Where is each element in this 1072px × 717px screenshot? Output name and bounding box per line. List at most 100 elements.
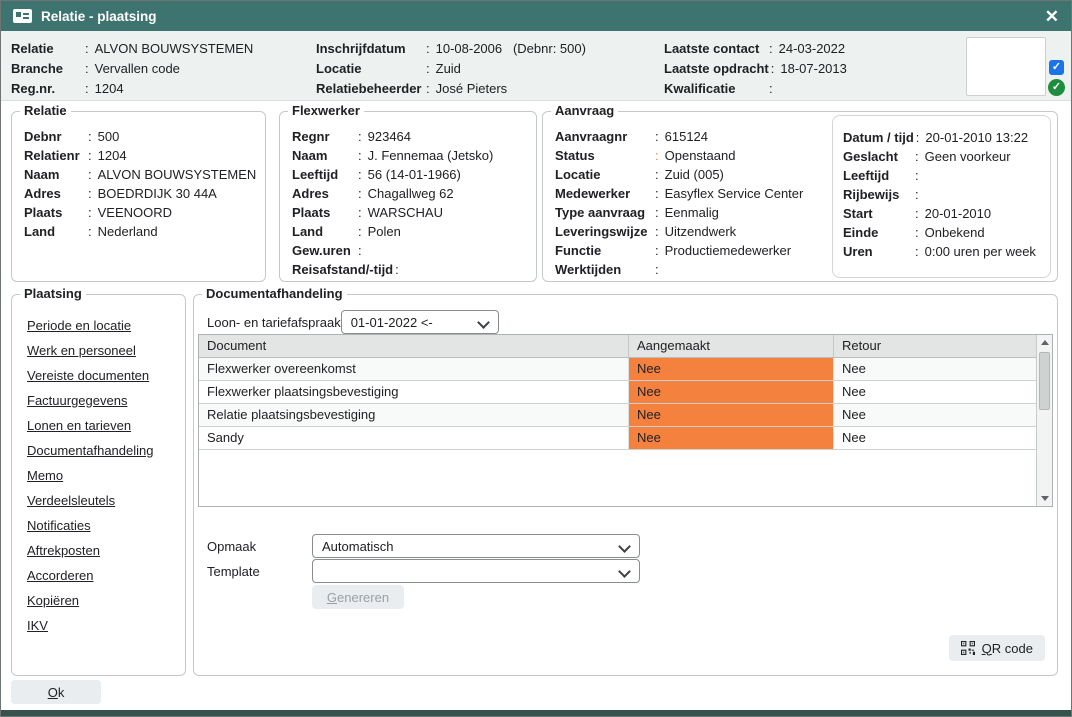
sidebar-link-kopieren[interactable]: Kopiëren [27,594,170,608]
field-value: 24-03-2022 [779,41,846,56]
field-row: Leeftijd56 (14-01-1966) [292,165,524,184]
field-row: LocatieZuid (005) [555,165,821,184]
table-row[interactable]: Flexwerker plaatsingsbevestiging Nee Nee [199,381,1036,404]
sidebar-link-werk-en-personeel[interactable]: Werk en personeel [27,344,170,358]
sidebar-link-ikv[interactable]: IKV [27,619,170,633]
scrollbar-up-icon[interactable] [1037,335,1052,350]
field-value: BOEDRDIJK 30 44A [98,184,217,203]
close-icon[interactable]: ✕ [1045,8,1059,25]
colon [655,146,659,165]
field-value: ALVON BOUWSYSTEMEN [98,165,257,184]
field-label: Relatiebeheerder [316,81,424,96]
field-label: Medewerker [555,184,653,203]
document-cell: Relatie plaatsingsbevestiging [199,404,629,426]
field-label: Geslacht [843,147,913,166]
sidebar-link-notificaties[interactable]: Notificaties [27,519,170,533]
field-label: Leeftijd [843,166,913,185]
colon [426,61,430,76]
colon [358,203,362,222]
field-label: Werktijden [555,260,653,279]
field-label: Locatie [555,165,653,184]
sidebar-link-accorderen[interactable]: Accorderen [27,569,170,583]
field-row: PlaatsWARSCHAU [292,203,524,222]
relatie-plaatsing-window: Relatie - plaatsing ✕ Relatie ALVON BOUW… [0,0,1072,717]
table-scrollbar[interactable] [1036,335,1052,506]
field-row: Gew.uren [292,241,524,260]
sidebar-link-documentafhandeling[interactable]: Documentafhandeling [27,444,170,458]
field-row: AdresBOEDRDIJK 30 44A [24,184,253,203]
sidebar-link-lonen-en-tarieven[interactable]: Lonen en tarieven [27,419,170,433]
sidebar-link-memo[interactable]: Memo [27,469,170,483]
sidebar-link-factuurgegevens[interactable]: Factuurgegevens [27,394,170,408]
colon [426,41,430,56]
sidebar-link-vereiste-documenten[interactable]: Vereiste documenten [27,369,170,383]
colon [358,146,362,165]
blue-checkbox[interactable]: ✓ [1049,60,1064,75]
field-label: Status [555,146,653,165]
loon-tariefafspraak-select[interactable]: 01-01-2022 <- [341,310,499,334]
template-row: Template [207,559,640,583]
header-field-row: Branche Vervallen code [11,58,253,78]
field-row: LandPolen [292,222,524,241]
colon [358,184,362,203]
column-header-retour: Retour [834,335,1036,357]
header-field-row: Reg.nr. 1204 [11,78,253,98]
header-column-relatie: Relatie ALVON BOUWSYSTEMEN Branche Verva… [11,38,253,98]
field-value: WARSCHAU [368,203,443,222]
field-value: Eenmalig [665,203,719,222]
opmaak-select[interactable]: Automatisch [312,534,640,558]
qr-icon [961,641,975,655]
field-label: Opmaak [207,539,312,554]
field-value: Productiemedewerker [665,241,791,260]
field-label: Einde [843,223,913,242]
table-row[interactable]: Flexwerker overeenkomst Nee Nee [199,358,1036,381]
retour-cell: Nee [834,358,1036,380]
plaatsing-nav: Periode en locatie Werk en personeel Ver… [12,295,185,633]
button-label: k [58,685,65,700]
button-label: R code [992,641,1033,656]
field-value: VEENOORD [98,203,172,222]
field-value: Vervallen code [95,61,180,76]
field-value: 615124 [665,127,708,146]
scrollbar-thumb[interactable] [1039,352,1050,410]
sidebar-link-aftrekposten[interactable]: Aftrekposten [27,544,170,558]
qr-code-button[interactable]: QR code [949,635,1045,661]
retour-cell: Nee [834,404,1036,426]
documentafhandeling-groupbox: Documentafhandeling Loon- en tariefafspr… [193,294,1058,676]
field-row: LeveringswijzeUitzendwerk [555,222,821,241]
green-status-check-icon[interactable]: ✓ [1048,79,1065,96]
colon [655,260,659,279]
field-label: Kwalificatie [664,81,767,96]
field-label: Functie [555,241,653,260]
header-field-row: Inschrijfdatum 10-08-2006 (Debnr: 500) [316,38,586,58]
colon [358,127,362,146]
field-label: Template [207,564,312,579]
table-row[interactable]: Sandy Nee Nee [199,427,1036,450]
template-select[interactable] [312,559,640,583]
column-header-document: Document [199,335,629,357]
field-label: Adres [292,184,356,203]
field-value: 1204 [98,146,127,165]
field-label: Naam [292,146,356,165]
field-label: Inschrijfdatum [316,41,424,56]
field-row: Debnr500 [24,127,253,146]
table-row[interactable]: Relatie plaatsingsbevestiging Nee Nee [199,404,1036,427]
field-label: Laatste contact [664,41,767,56]
documents-table: Document Aangemaakt Retour Flexwerker ov… [198,334,1053,507]
field-value: 56 (14-01-1966) [368,165,461,184]
sidebar-link-verdeelsleutels[interactable]: Verdeelsleutels [27,494,170,508]
groupbox-title: Flexwerker [288,103,364,118]
scrollbar-down-icon[interactable] [1037,491,1052,506]
field-label: Land [292,222,356,241]
genereren-button[interactable]: Genereren [312,585,404,609]
field-value: Geen voorkeur [925,147,1011,166]
document-cell: Sandy [199,427,629,449]
colon [88,127,92,146]
field-value: 500 [98,127,120,146]
header-field-row: Relatie ALVON BOUWSYSTEMEN [11,38,253,58]
ok-button[interactable]: Ok [11,680,101,704]
field-label: Rijbewijs [843,185,913,204]
colon [395,260,399,279]
button-accel: O [48,685,58,700]
sidebar-link-periode-en-locatie[interactable]: Periode en locatie [27,319,170,333]
